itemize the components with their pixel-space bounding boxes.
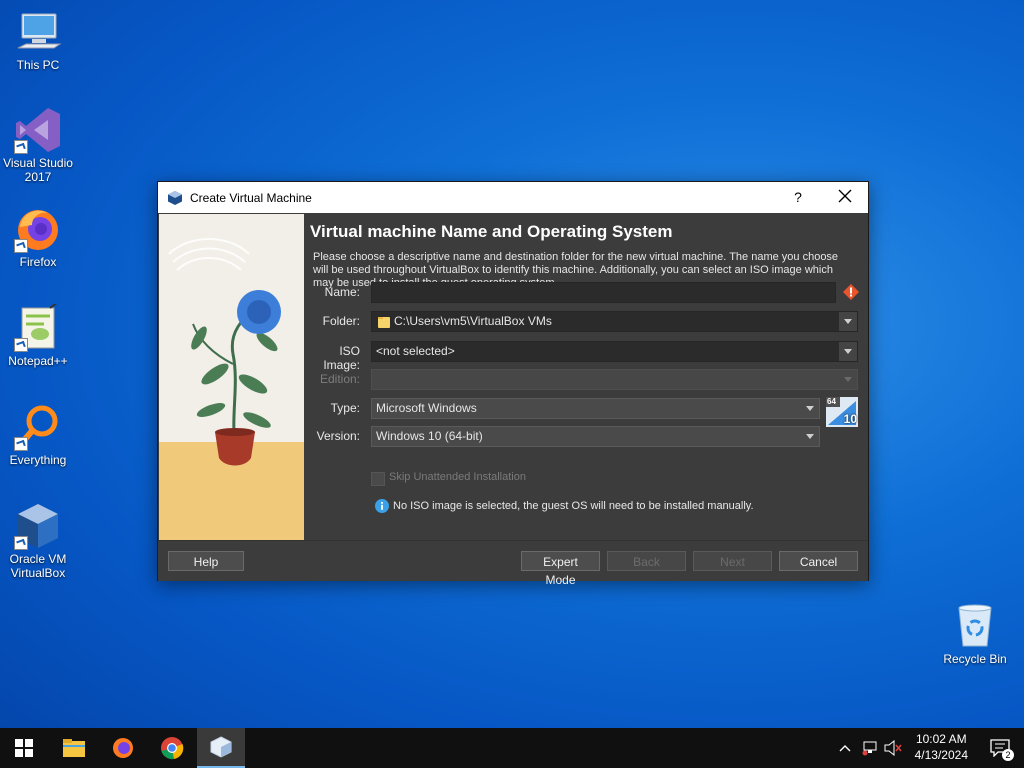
type-label: Type: bbox=[330, 401, 360, 415]
info-icon bbox=[375, 499, 389, 513]
folder-label: Folder: bbox=[322, 314, 360, 328]
folder-icon bbox=[378, 317, 390, 328]
os-bits-badge: 64 bbox=[827, 397, 836, 406]
version-dropdown-button[interactable] bbox=[801, 427, 819, 446]
chevron-down-icon bbox=[844, 319, 852, 324]
iso-dropdown-button[interactable] bbox=[838, 342, 857, 361]
back-button: Back bbox=[607, 551, 686, 571]
name-input[interactable] bbox=[371, 282, 836, 303]
name-label: Name: bbox=[324, 285, 360, 299]
windows-start-icon bbox=[15, 739, 33, 757]
clock-date: 4/13/2024 bbox=[914, 748, 968, 762]
skip-unattended-label: Skip Unattended Installation bbox=[389, 471, 526, 483]
desktop-icon-label: Recycle Bin bbox=[943, 652, 1007, 666]
version-value: Windows 10 (64-bit) bbox=[376, 429, 483, 443]
recycle-bin-icon bbox=[951, 602, 999, 650]
notification-count-badge: 2 bbox=[1002, 749, 1014, 761]
start-button[interactable] bbox=[0, 728, 48, 768]
desktop-icon-this-pc[interactable]: This PC bbox=[0, 8, 76, 72]
virtualbox-icon bbox=[168, 190, 182, 205]
shortcut-arrow-icon bbox=[14, 437, 28, 451]
desktop-icon-everything[interactable]: Everything bbox=[0, 403, 76, 467]
edition-label: Edition: bbox=[319, 372, 360, 386]
chevron-down-icon bbox=[844, 377, 852, 382]
firefox-icon bbox=[113, 738, 133, 758]
folder-icon bbox=[63, 739, 85, 757]
visual-studio-icon bbox=[14, 106, 62, 154]
iso-label: ISO Image: bbox=[323, 344, 360, 372]
folder-dropdown-button[interactable] bbox=[838, 312, 857, 331]
taskbar-chrome[interactable] bbox=[148, 728, 196, 768]
iso-select[interactable]: <not selected> bbox=[371, 341, 858, 362]
computer-icon bbox=[14, 8, 62, 56]
taskbar-firefox[interactable] bbox=[99, 728, 147, 768]
desktop-icon-notepadpp[interactable]: Notepad++ bbox=[0, 301, 76, 368]
os-version-badge: 10 bbox=[843, 412, 857, 426]
system-tray bbox=[838, 728, 902, 768]
desktop-icon-label: Visual Studio 2017 bbox=[3, 156, 73, 184]
folder-select[interactable]: C:\Users\vm5\VirtualBox VMs bbox=[371, 311, 858, 332]
expert-mode-button[interactable]: Expert Mode bbox=[521, 551, 600, 587]
taskbar: 10:02 AM 4/13/2024 2 bbox=[0, 728, 1024, 768]
chevron-down-icon bbox=[806, 406, 814, 411]
desktop-icon-visual-studio[interactable]: Visual Studio 2017 bbox=[0, 106, 76, 184]
taskbar-virtualbox[interactable] bbox=[197, 728, 245, 768]
iso-value: <not selected> bbox=[376, 344, 455, 358]
desktop-icon-label: Oracle VM VirtualBox bbox=[9, 552, 67, 580]
action-center-button[interactable]: 2 bbox=[976, 728, 1024, 768]
clock-time: 10:02 AM bbox=[915, 732, 967, 746]
desktop-icon-label: This PC bbox=[16, 58, 60, 72]
dialog-title: Create Virtual Machine bbox=[190, 190, 312, 205]
version-label: Version: bbox=[316, 429, 360, 443]
help-button[interactable]: Help bbox=[168, 551, 244, 571]
wizard-page: Virtual machine Name and Operating Syste… bbox=[304, 214, 868, 540]
type-dropdown-button[interactable] bbox=[801, 399, 819, 418]
desktop-icon-virtualbox[interactable]: Oracle VM VirtualBox bbox=[0, 502, 76, 580]
wizard-illustration bbox=[159, 214, 304, 540]
cancel-button[interactable]: Cancel bbox=[779, 551, 858, 571]
version-select[interactable]: Windows 10 (64-bit) bbox=[371, 426, 820, 447]
taskbar-clock[interactable]: 10:02 AM 4/13/2024 bbox=[915, 731, 968, 763]
close-icon[interactable] bbox=[836, 187, 854, 205]
chevron-up-icon[interactable] bbox=[838, 741, 852, 755]
shortcut-arrow-icon bbox=[14, 536, 28, 550]
help-button[interactable]: ? bbox=[791, 189, 805, 205]
warning-icon bbox=[843, 284, 859, 300]
next-button: Next bbox=[693, 551, 772, 571]
type-value: Microsoft Windows bbox=[376, 401, 477, 415]
edition-dropdown-button bbox=[839, 370, 857, 389]
network-icon[interactable] bbox=[862, 740, 878, 756]
edition-select bbox=[371, 369, 858, 390]
desktop-icon-recycle-bin[interactable]: Recycle Bin bbox=[937, 602, 1013, 666]
shortcut-arrow-icon bbox=[14, 140, 28, 154]
virtualbox-icon bbox=[210, 736, 232, 758]
magnifier-icon bbox=[14, 403, 62, 451]
volume-muted-icon[interactable] bbox=[884, 740, 902, 756]
os-type-badge: 64 10 bbox=[826, 397, 858, 427]
type-select[interactable]: Microsoft Windows bbox=[371, 398, 820, 419]
dialog-button-bar: Help Expert Mode Back Next Cancel bbox=[158, 540, 868, 587]
desktop-icon-label: Notepad++ bbox=[8, 354, 68, 368]
dialog-titlebar[interactable]: Create Virtual Machine ? bbox=[158, 182, 868, 213]
page-title: Virtual machine Name and Operating Syste… bbox=[310, 222, 673, 241]
chevron-down-icon bbox=[806, 434, 814, 439]
taskbar-file-explorer[interactable] bbox=[50, 728, 98, 768]
notepadpp-icon bbox=[14, 301, 62, 352]
skip-unattended-checkbox bbox=[371, 472, 385, 486]
chrome-icon bbox=[161, 737, 184, 760]
chevron-down-icon bbox=[844, 349, 852, 354]
info-message: No ISO image is selected, the guest OS w… bbox=[393, 500, 754, 512]
firefox-icon bbox=[14, 205, 62, 253]
desktop-icon-label: Firefox bbox=[19, 255, 57, 269]
create-vm-dialog: Create Virtual Machine ? Virtual machine… bbox=[157, 181, 869, 587]
shortcut-arrow-icon bbox=[14, 338, 28, 352]
desktop-icon-firefox[interactable]: Firefox bbox=[0, 205, 76, 269]
shortcut-arrow-icon bbox=[14, 239, 28, 253]
desktop-icon-label: Everything bbox=[9, 453, 67, 467]
folder-value: C:\Users\vm5\VirtualBox VMs bbox=[394, 314, 552, 328]
virtualbox-icon bbox=[14, 502, 62, 550]
